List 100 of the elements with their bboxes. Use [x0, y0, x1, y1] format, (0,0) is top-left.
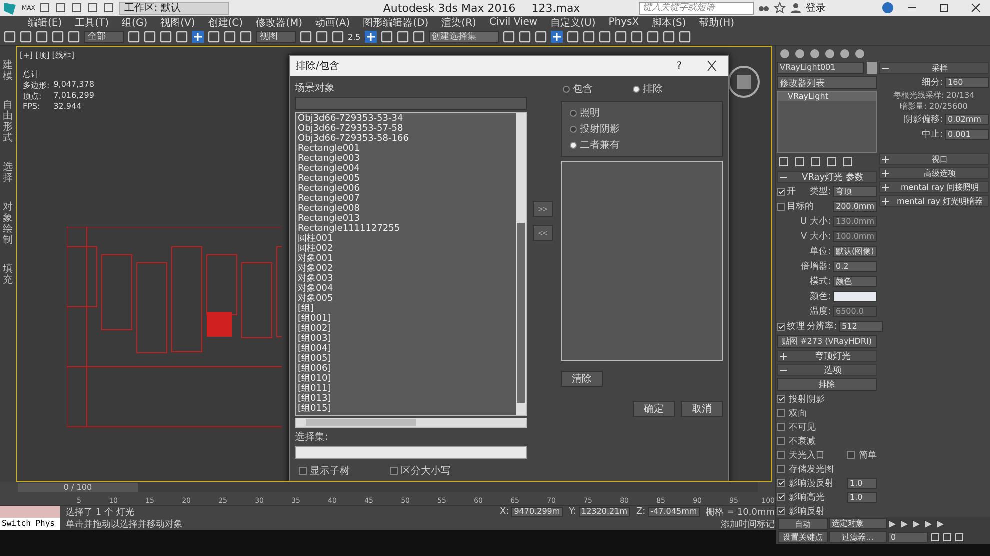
viewport[interactable]	[16, 46, 772, 482]
user-icon[interactable]	[790, 2, 802, 14]
help-icon[interactable]	[882, 2, 894, 14]
tool-icon[interactable]	[4, 31, 16, 43]
list-item[interactable]: [组002]	[298, 324, 514, 334]
object-name-field[interactable]: VRayLight001	[777, 62, 864, 74]
value-field[interactable]: 默认(图像)	[833, 246, 877, 257]
checkbox[interactable]	[847, 451, 855, 459]
tool-icon[interactable]	[630, 31, 643, 43]
checkbox[interactable]	[777, 493, 785, 501]
menu-item[interactable]: 修改器(M)	[256, 16, 302, 30]
list-item[interactable]: Rectangle006	[298, 184, 514, 194]
menu-item[interactable]: 创建(C)	[208, 16, 244, 30]
checkbox[interactable]	[777, 451, 785, 459]
checkbox[interactable]	[777, 437, 785, 445]
tool-icon[interactable]	[20, 31, 32, 43]
menu-item[interactable]: 帮助(H)	[699, 16, 735, 30]
value-field[interactable]: 200.0mm	[833, 201, 877, 212]
checkbox[interactable]	[777, 507, 785, 515]
menu-item[interactable]: 脚本(S)	[652, 16, 686, 30]
list-item[interactable]: Obj3d66-729353-53-34	[298, 114, 514, 124]
list-item[interactable]: [组001]	[298, 314, 514, 324]
tool-icon[interactable]	[614, 31, 627, 43]
frame-field[interactable]: 0	[888, 532, 928, 542]
value-field[interactable]: 穹顶	[833, 186, 877, 197]
ribbon-tab[interactable]: 选择	[3, 162, 13, 184]
snap-toggle[interactable]: 2.5	[348, 32, 361, 42]
checkbox[interactable]	[777, 322, 785, 330]
value-field[interactable]: 颜色	[833, 276, 877, 287]
modifier-stack[interactable]: VRayLight	[777, 91, 877, 153]
expander-icon[interactable]	[882, 156, 889, 162]
coordinate-field[interactable]: 9470.299m	[511, 507, 564, 517]
value-field[interactable]: 0.001	[945, 129, 989, 140]
ok-button[interactable]: 确定	[633, 401, 675, 417]
tool-icon[interactable]	[678, 31, 691, 43]
search-field[interactable]: 键入关键字或短语	[639, 2, 754, 14]
radio-button[interactable]	[633, 86, 640, 92]
viewcube-icon[interactable]	[727, 65, 761, 99]
menu-item[interactable]: 工具(T)	[75, 16, 110, 30]
ribbon-tab[interactable]: 自由形式	[3, 100, 13, 144]
stack-item[interactable]: VRayLight	[778, 92, 876, 101]
search-field[interactable]	[295, 97, 527, 110]
list-item[interactable]: Rectangle013	[298, 214, 514, 224]
list-item[interactable]: Rectangle004	[298, 164, 514, 174]
menu-item[interactable]: 视图(V)	[160, 16, 196, 30]
tool-icon[interactable]	[598, 31, 611, 43]
time-slider-thumb[interactable]: 0 / 100	[18, 482, 138, 492]
list-item[interactable]: 对象002	[298, 264, 514, 274]
menu-item[interactable]: 动画(A)	[316, 16, 350, 30]
value-field[interactable]: 0.02mm	[945, 114, 989, 125]
tool-icon[interactable]	[662, 31, 675, 43]
tool-icon[interactable]	[160, 31, 172, 43]
list-item[interactable]: 圆柱002	[298, 244, 514, 254]
auto-key-button[interactable]: 自动	[778, 518, 828, 530]
tool-icon[interactable]	[208, 31, 220, 43]
list-item[interactable]: [组013]	[298, 394, 514, 404]
radio-button[interactable]	[563, 86, 570, 92]
checkbox[interactable]	[777, 188, 785, 196]
reference-coordinate-dropdown[interactable]: 视图	[256, 31, 296, 43]
menu-item[interactable]: PhysX	[608, 17, 640, 28]
list-item[interactable]: 对象003	[298, 274, 514, 284]
coordinate-field[interactable]: 12320.21m	[578, 507, 630, 517]
checkbox[interactable]	[390, 467, 398, 475]
value-field[interactable]: 0.2	[833, 261, 877, 272]
list-item[interactable]: Rectangle001	[298, 144, 514, 154]
menu-item[interactable]: 渲染(R)	[442, 16, 476, 30]
move-right-button[interactable]: >>	[533, 201, 553, 217]
excluded-list[interactable]	[561, 161, 723, 361]
tool-icon[interactable]	[68, 31, 80, 43]
list-item[interactable]: Rectangle1111127255	[298, 224, 514, 234]
tool-icon[interactable]	[534, 31, 547, 43]
menu-item[interactable]: 自定义(U)	[550, 16, 596, 30]
modifier-list-dropdown[interactable]: 修改器列表	[777, 76, 877, 89]
exclude-button[interactable]: 排除	[777, 378, 877, 391]
workspace-dropdown[interactable]: 工作区: 默认	[119, 2, 230, 14]
list-item[interactable]: [组006]	[298, 364, 514, 374]
tool-icon[interactable]	[176, 31, 188, 43]
radio-button[interactable]	[570, 142, 577, 148]
list-item[interactable]: 对象001	[298, 254, 514, 264]
list-item[interactable]: Rectangle008	[298, 204, 514, 214]
tool-icon[interactable]	[412, 31, 425, 43]
list-item[interactable]: 对象004	[298, 284, 514, 294]
map-button[interactable]: 贴图 #273 (VRayHDRI)	[777, 335, 877, 348]
list-item[interactable]: [组004]	[298, 344, 514, 354]
move-left-button[interactable]: <<	[533, 225, 553, 241]
help-button[interactable]: ?	[676, 60, 682, 72]
list-item[interactable]: [组010]	[298, 374, 514, 384]
clear-button[interactable]: 清除	[561, 371, 603, 387]
checkbox[interactable]	[777, 423, 785, 431]
set-key-button[interactable]: 设置关键点	[778, 531, 828, 543]
checkbox[interactable]	[777, 465, 785, 473]
tool-icon[interactable]	[144, 31, 156, 43]
tool-icon[interactable]	[518, 31, 531, 43]
color-swatch[interactable]	[833, 291, 877, 302]
value-field[interactable]: 512	[839, 321, 884, 332]
tool-icon[interactable]	[128, 31, 140, 43]
object-color-swatch[interactable]	[867, 62, 877, 74]
list-item[interactable]: 对象005	[298, 294, 514, 304]
value-field[interactable]: 160	[945, 77, 989, 88]
list-item[interactable]: 圆柱001	[298, 234, 514, 244]
